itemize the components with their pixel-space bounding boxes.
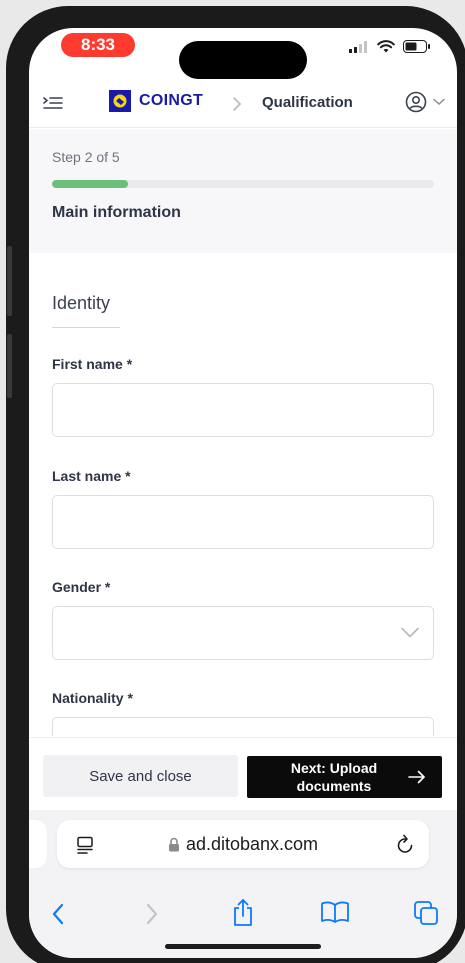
back-icon[interactable] (50, 902, 66, 926)
next-button-label: Next: Upload documents (290, 760, 378, 794)
phone-screen: 8:33 COINGT Qualification Step 2 of 5 Ma… (29, 28, 457, 958)
safari-toolbar (29, 899, 457, 936)
app-header: COINGT Qualification (29, 80, 457, 128)
share-icon[interactable] (231, 898, 255, 928)
volume-up-button (7, 246, 12, 316)
bookmarks-icon[interactable] (320, 900, 350, 924)
wifi-icon (377, 40, 395, 53)
nationality-select[interactable] (52, 717, 434, 736)
status-bar: 8:33 (29, 28, 457, 80)
address-bar[interactable]: ad.ditobanx.com (57, 820, 429, 868)
safari-bottom-bar: ad.ditobanx.com (29, 810, 457, 958)
progress-bar-fill (52, 180, 129, 188)
url-display: ad.ditobanx.com (57, 834, 429, 855)
phone-frame: 8:33 COINGT Qualification Step 2 of 5 Ma… (6, 6, 465, 963)
status-icons (349, 40, 431, 53)
status-time: 8:33 (61, 33, 135, 57)
chevron-right-icon (233, 97, 242, 111)
url-text: ad.ditobanx.com (185, 834, 319, 854)
brand-name: COINGT (139, 92, 204, 109)
volume-down-button (7, 334, 12, 398)
last-name-label: Last name * (52, 468, 131, 484)
lock-icon (168, 837, 179, 852)
reload-icon[interactable] (395, 833, 415, 855)
gender-select[interactable] (52, 606, 434, 660)
coingt-logo-icon (109, 90, 131, 112)
tabs-icon[interactable] (413, 900, 439, 926)
previous-tab-peek[interactable] (29, 820, 47, 868)
arrow-right-icon (408, 770, 425, 784)
group-heading: Identity (52, 293, 111, 313)
chevron-down-icon (433, 98, 445, 106)
battery-icon (403, 40, 430, 53)
next-upload-documents-button[interactable]: Next: Upload documents (247, 756, 442, 798)
group-heading-underline (52, 327, 120, 328)
signal-icon (349, 40, 367, 53)
chevron-down-icon (401, 627, 419, 638)
progress-bar (52, 180, 434, 188)
menu-icon[interactable] (43, 95, 63, 111)
section-title: Main information (52, 204, 181, 221)
brand-logo[interactable]: COINGT (109, 90, 203, 112)
dynamic-island (179, 41, 307, 79)
forward-icon[interactable] (144, 902, 160, 926)
action-bar: Save and close Next: Upload documents (29, 737, 457, 809)
home-indicator (165, 944, 321, 949)
first-name-input[interactable] (52, 383, 434, 437)
first-name-label: First name * (52, 356, 133, 372)
last-name-input[interactable] (52, 495, 434, 549)
gender-label: Gender * (52, 579, 111, 595)
step-indicator: Step 2 of 5 (52, 149, 120, 165)
user-circle-icon (405, 91, 427, 113)
form-area: Identity First name * Last name * Gender… (29, 253, 457, 736)
breadcrumb-current: Qualification (262, 94, 353, 111)
progress-section: Step 2 of 5 Main information (29, 129, 457, 253)
nationality-label: Nationality * (52, 690, 133, 706)
save-and-close-button[interactable]: Save and close (43, 755, 238, 797)
account-menu[interactable] (405, 91, 445, 113)
